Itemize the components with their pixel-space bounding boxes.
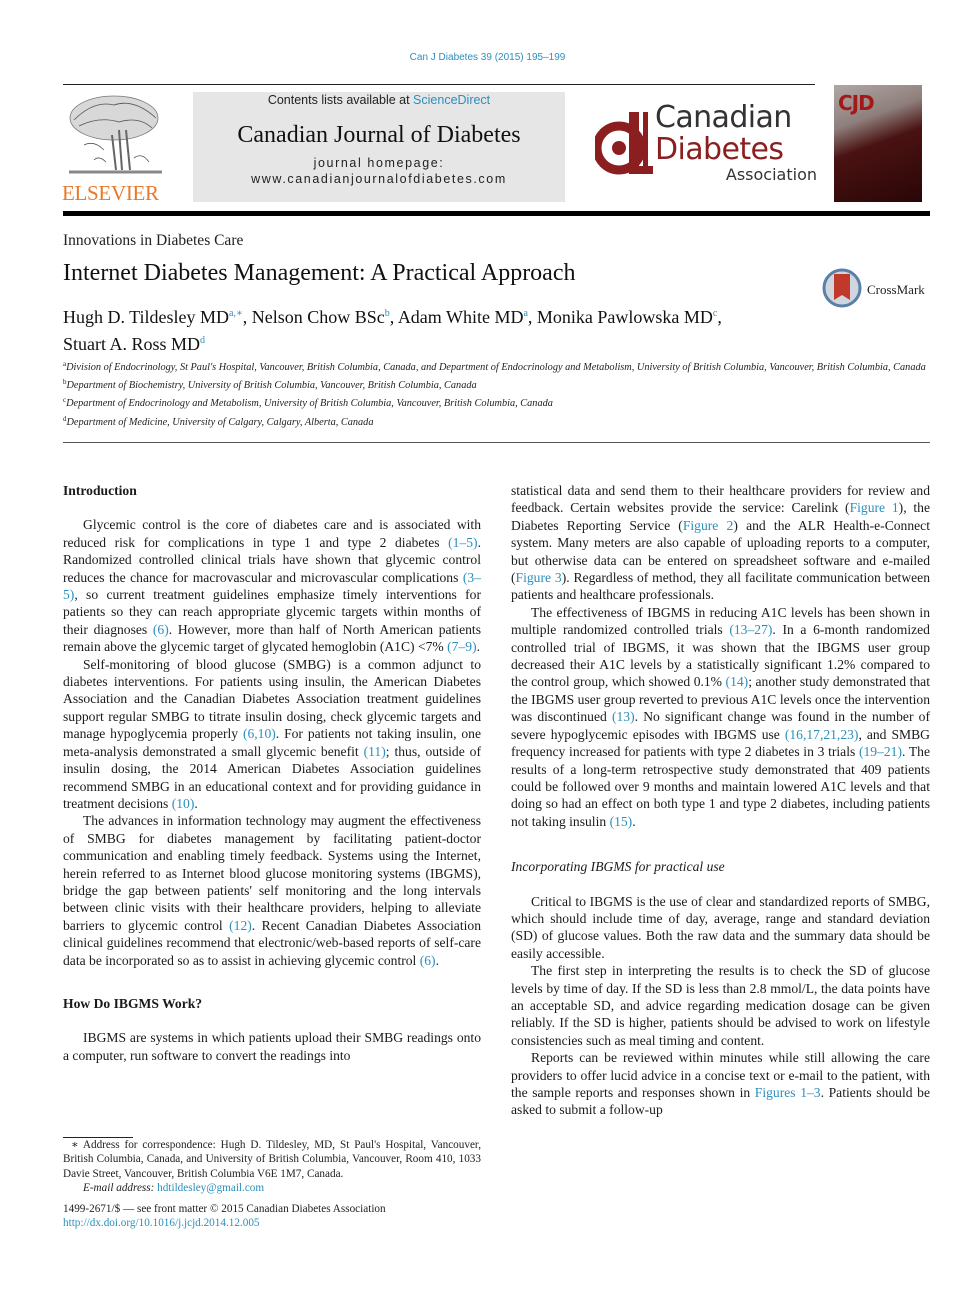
- reference-link[interactable]: (6): [153, 622, 169, 637]
- journal-citation[interactable]: Can J Diabetes 39 (2015) 195–199: [0, 52, 975, 63]
- email-link[interactable]: hdtildesley@gmail.com: [157, 1182, 264, 1194]
- paragraph: Reports can be reviewed within minutes w…: [511, 1049, 930, 1119]
- author[interactable]: Adam White MDa: [398, 307, 528, 327]
- text-run: .: [435, 952, 439, 968]
- crossmark-label: CrossMark: [867, 282, 925, 297]
- author[interactable]: Nelson Chow BScb: [252, 307, 390, 327]
- reference-link[interactable]: (1–5): [448, 535, 477, 550]
- reference-link[interactable]: (13): [612, 709, 635, 724]
- contents-line: Contents lists available at ScienceDirec…: [193, 93, 565, 107]
- email-line: E-mail address: hdtildesley@gmail.com: [63, 1181, 481, 1195]
- journal-name: Canadian Journal of Diabetes: [237, 122, 521, 148]
- reference-link[interactable]: (19–21): [859, 744, 902, 759]
- affiliation: aDivision of Endocrinology, St Paul's Ho…: [63, 360, 926, 373]
- paragraph: Glycemic control is the core of diabetes…: [63, 516, 481, 655]
- email-label: E-mail address:: [83, 1182, 155, 1195]
- paragraph: The first step in interpreting the resul…: [511, 963, 930, 1048]
- article-title: Internet Diabetes Management: A Practica…: [63, 260, 576, 286]
- reference-link[interactable]: Figure 3: [516, 570, 562, 585]
- paragraph: The advances in information technology m…: [63, 812, 481, 969]
- cda-mark-icon: [595, 112, 653, 175]
- reference-link[interactable]: (11): [364, 744, 386, 759]
- text-run: .: [476, 639, 481, 655]
- cda-logo[interactable]: Canadian Diabetes Association: [595, 102, 820, 197]
- reference-link[interactable]: (14): [726, 674, 749, 689]
- issn-copyright: 1499-2671/$ — see front matter © 2015 Ca…: [63, 1203, 386, 1215]
- affiliation: bDepartment of Biochemistry, University …: [63, 378, 477, 392]
- homepage-label: journal homepage:: [313, 156, 445, 170]
- cda-wordmark: Canadian Diabetes Association: [655, 100, 817, 185]
- paragraph: IBGMS are systems in which patients uplo…: [63, 1030, 481, 1063]
- reference-link[interactable]: Figures 1–3: [755, 1085, 821, 1100]
- top-divider: [63, 84, 815, 85]
- journal-masthead: Contents lists available at ScienceDirec…: [193, 92, 565, 202]
- elsevier-wordmark: ELSEVIER: [62, 181, 159, 205]
- paragraph: Critical to IBGMS is the use of clear an…: [511, 893, 930, 961]
- reference-link[interactable]: (15): [610, 814, 633, 829]
- section-heading-introduction: Introduction: [63, 483, 137, 498]
- cda-line-association: Association: [725, 165, 817, 184]
- article-section-label: Innovations in Diabetes Care: [63, 232, 244, 249]
- affiliations: aDivision of Endocrinology, St Paul's Ho…: [63, 357, 933, 430]
- reference-link[interactable]: (12): [229, 918, 252, 933]
- reference-link[interactable]: Figure 1: [850, 500, 899, 515]
- paragraph: Self-monitoring of blood glucose (SMBG) …: [63, 656, 481, 813]
- cda-line-diabetes: Diabetes: [655, 132, 784, 167]
- text-run: The advances in information technology m…: [63, 813, 481, 933]
- text-run: .: [632, 813, 636, 829]
- correspondence-address: ∗ Address for correspondence: Hugh D. Ti…: [63, 1139, 481, 1180]
- paragraph: The effectiveness of IBGMS in reducing A…: [511, 604, 930, 830]
- contents-prefix: Contents lists available at: [267, 93, 414, 107]
- reference-link[interactable]: (7–9): [447, 639, 476, 654]
- paragraph: statistical data and send them to their …: [511, 482, 930, 604]
- text-run: ). Regardless of method, they all facili…: [511, 570, 930, 603]
- reference-link[interactable]: (10): [172, 796, 195, 811]
- homepage-block: journal homepage: www.canadianjournalofd…: [193, 155, 565, 187]
- reference-link[interactable]: (6,10): [243, 726, 276, 741]
- author-affiliation-marker[interactable]: d: [200, 335, 205, 346]
- journal-cover-thumbnail[interactable]: CJD: [834, 85, 922, 202]
- front-matter: 1499-2671/$ — see front matter © 2015 Ca…: [63, 1202, 481, 1231]
- cda-line-canadian: Canadian: [655, 100, 792, 135]
- sciencedirect-link[interactable]: ScienceDirect: [413, 93, 490, 107]
- affiliation: cDepartment of Endocrinology and Metabol…: [63, 396, 553, 410]
- cover-title: CJD: [838, 91, 875, 115]
- text-run: .: [194, 795, 198, 811]
- author-affiliation-marker[interactable]: a,∗: [229, 308, 243, 319]
- reference-link[interactable]: Figure 2: [683, 518, 734, 533]
- affiliations-divider: [63, 442, 930, 443]
- author[interactable]: Monika Pawlowska MDc: [537, 307, 717, 327]
- header-divider: [63, 211, 930, 216]
- reference-link[interactable]: (16,17,21,23): [785, 727, 859, 742]
- correspondence-footnote: ∗ Address for correspondence: Hugh D. Ti…: [63, 1138, 481, 1196]
- section-heading-how-ibgms-work: How Do IBGMS Work?: [63, 995, 203, 1011]
- elsevier-tree-icon: [69, 95, 162, 174]
- elsevier-logo[interactable]: ELSEVIER: [60, 88, 170, 208]
- author[interactable]: Hugh D. Tildesley MDa,∗: [63, 307, 243, 327]
- body-column-left: Introduction Glycemic control is the cor…: [63, 482, 481, 1064]
- reference-link[interactable]: (6): [420, 953, 436, 968]
- subsection-heading-practical-use: Incorporating IBGMS for practical use: [511, 859, 725, 875]
- author[interactable]: Stuart A. Ross MDd: [63, 334, 205, 354]
- affiliation: dDepartment of Medicine, University of C…: [63, 414, 374, 428]
- body-column-right: statistical data and send them to their …: [511, 482, 930, 1119]
- text-run: Glycemic control is the core of diabetes…: [63, 517, 481, 550]
- reference-link[interactable]: (13–27): [729, 622, 772, 637]
- doi-link[interactable]: http://dx.doi.org/10.1016/j.jcjd.2014.12…: [63, 1217, 260, 1229]
- homepage-url[interactable]: www.canadianjournalofdiabetes.com: [193, 171, 565, 187]
- author-list: Hugh D. Tildesley MDa,∗, Nelson Chow BSc…: [63, 307, 722, 354]
